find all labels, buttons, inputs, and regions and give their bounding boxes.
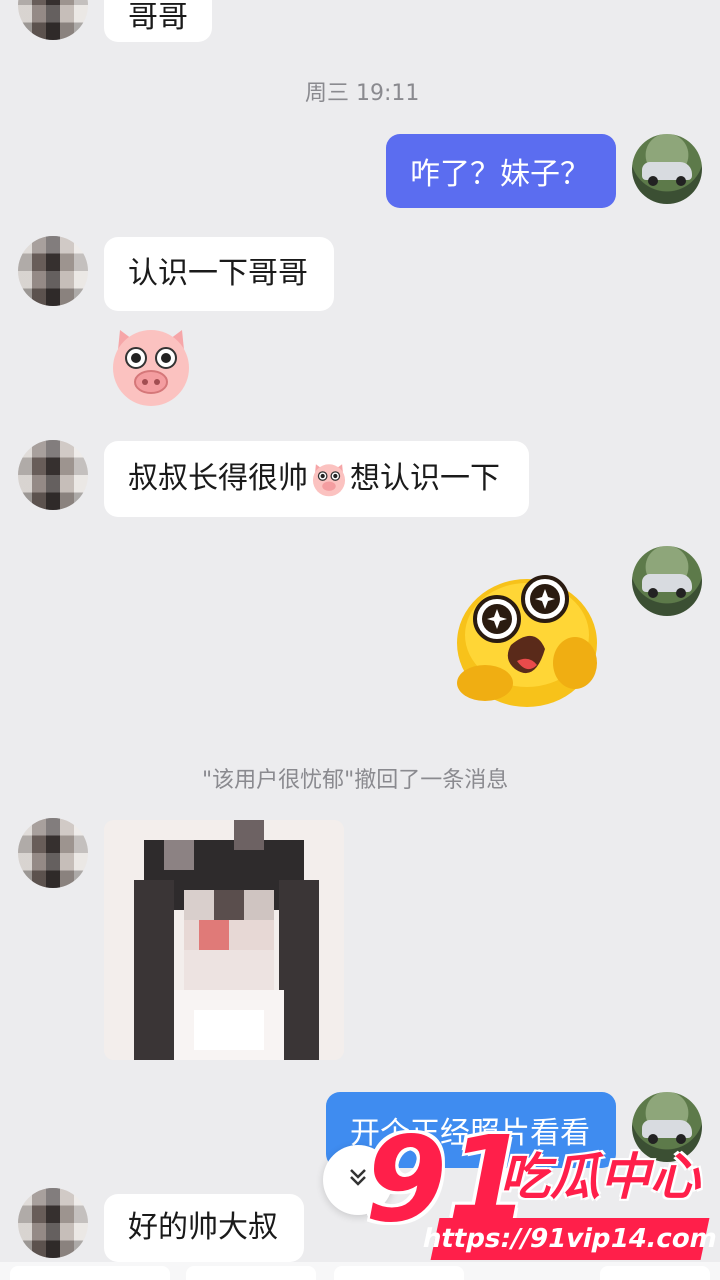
surprised-duck-sticker-icon[interactable] [445,565,605,715]
message-text-after: 想认识一下 [350,461,500,496]
watermark-url: https://91vip14.com [420,1218,720,1260]
contact-avatar[interactable] [18,236,88,306]
watermark-logo: 91 吃瓜中心 https://91vip14.com [365,1120,720,1270]
toolbar-chip[interactable] [600,1266,710,1280]
recall-notice: "该用户很忧郁"撤回了一条消息 [202,768,509,793]
message-text: 认识一下哥哥 [128,256,308,291]
my-avatar[interactable] [632,134,702,204]
message-bubble-left[interactable]: 好的帅大叔 [104,1194,304,1262]
pig-face-emoji-icon[interactable] [106,320,196,410]
message-bubble-right[interactable]: 咋了？妹子？ [386,134,616,208]
message-bubble-left[interactable]: 认识一下哥哥 [104,237,334,311]
watermark-name: 吃瓜中心 [500,1148,700,1206]
contact-avatar[interactable] [18,440,88,510]
photo-message[interactable] [104,820,344,1060]
message-bubble-left[interactable]: 哥哥 [104,0,212,42]
contact-avatar[interactable] [18,1188,88,1258]
my-avatar[interactable] [632,546,702,616]
message-text: 咋了？妹子？ [410,157,590,192]
message-text: 好的帅大叔 [128,1210,278,1245]
message-text: 哥哥 [128,0,188,35]
toolbar-chip[interactable] [186,1266,316,1280]
toolbar-chip[interactable] [334,1266,464,1280]
contact-avatar[interactable] [18,0,88,40]
contact-avatar[interactable] [18,818,88,888]
toolbar-chip[interactable] [10,1266,170,1280]
chat-timestamp: 周三 19:11 [305,81,420,106]
message-bubble-left[interactable]: 叔叔长得很帅 想认识一下 [104,441,529,517]
message-text: 叔叔长得很帅 [128,461,308,496]
pig-inline-emoji-icon [310,460,348,498]
